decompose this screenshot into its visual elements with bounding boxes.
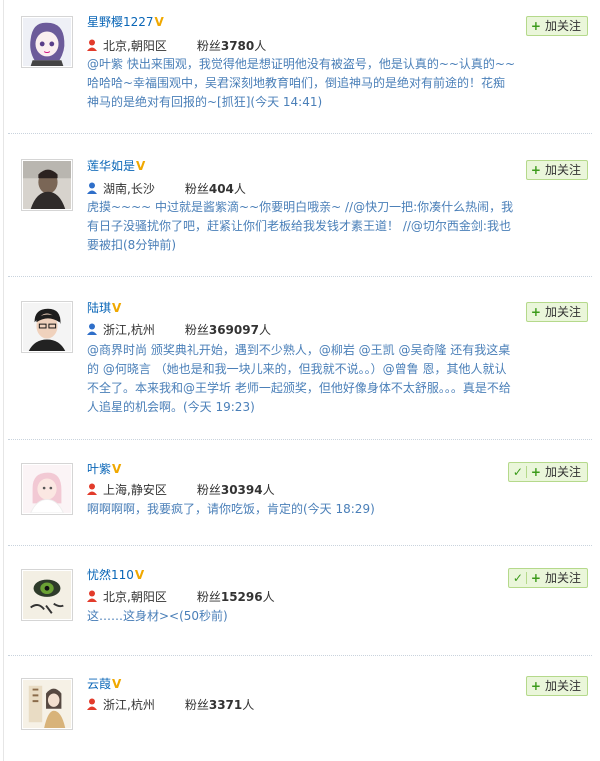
divider (8, 655, 592, 656)
avatar[interactable] (21, 463, 73, 515)
follow-button[interactable]: ✓ + 加关注 (507, 462, 588, 482)
fans-count: 粉丝30394人 (196, 483, 275, 497)
verified-v-icon: V (134, 568, 145, 582)
verified-v-icon: V (112, 301, 122, 315)
checkmark-icon: ✓ (512, 571, 523, 585)
user-name[interactable]: 星野樱1227 (87, 15, 154, 29)
user-location: 湖南,长沙 (103, 182, 155, 196)
avatar[interactable] (21, 301, 73, 353)
user-name[interactable]: 忧然110 (87, 568, 134, 582)
user-location: 北京,朝阳区 (103, 590, 167, 604)
avatar[interactable] (21, 159, 73, 211)
avatar-image (23, 571, 71, 619)
fans-count: 粉丝369097人 (184, 323, 271, 337)
verified-v-icon: V (154, 15, 164, 29)
avatar-image (23, 18, 71, 66)
plus-icon: + (530, 571, 541, 585)
avatar-image (23, 161, 71, 209)
user-location: 北京,朝阳区 (103, 39, 167, 53)
female-user-icon (87, 698, 97, 710)
user-description: 啊啊啊啊，我要疯了，请你吃饭，肯定的(今天 18:29) (87, 502, 375, 516)
plus-icon: + (530, 19, 541, 33)
user-name[interactable]: 云葭 (87, 677, 111, 691)
plus-icon: + (530, 679, 541, 693)
male-user-icon (87, 323, 97, 335)
fans-count: 粉丝3371人 (184, 698, 255, 712)
male-user-icon (87, 182, 97, 194)
fans-count: 粉丝15296人 (196, 590, 275, 604)
divider (8, 276, 592, 277)
avatar-image (23, 680, 71, 728)
plus-icon: + (530, 465, 541, 479)
user-location: 浙江,杭州 (103, 323, 155, 337)
left-border (3, 0, 4, 761)
avatar[interactable] (21, 678, 73, 730)
verified-v-icon: V (112, 677, 122, 691)
follow-button[interactable]: + 加关注 (525, 16, 588, 36)
follow-button[interactable]: ✓ + 加关注 (507, 568, 588, 588)
female-user-icon (87, 590, 97, 602)
checkmark-icon: ✓ (512, 465, 523, 479)
user-location: 上海,静安区 (103, 483, 167, 497)
verified-v-icon: V (112, 462, 122, 476)
user-name[interactable]: 叶紫 (87, 462, 111, 476)
divider (8, 439, 592, 440)
user-name[interactable]: 莲华如是 (87, 159, 135, 173)
follow-button[interactable]: + 加关注 (525, 676, 588, 696)
user-description: @商界时尚 颁奖典礼开始，遇到不少熟人，@柳岩 @王凯 @吴奇隆 还有我这桌的 … (87, 343, 511, 414)
avatar-image (23, 465, 71, 513)
avatar[interactable] (21, 16, 73, 68)
female-user-icon (87, 39, 97, 51)
fans-count: 粉丝404人 (184, 182, 246, 196)
user-description: 这……这身材><(50秒前) (87, 609, 228, 623)
divider (8, 133, 592, 134)
verified-v-icon: V (136, 159, 146, 173)
user-description: @叶紫 快出来围观，我觉得他是想证明他没有被盗号，他是认真的~~认真的~~哈哈哈… (87, 57, 516, 109)
fans-count: 粉丝3780人 (196, 39, 267, 53)
avatar[interactable] (21, 569, 73, 621)
divider (8, 545, 592, 546)
plus-icon: + (530, 305, 541, 319)
avatar-image (23, 303, 71, 351)
follow-button[interactable]: + 加关注 (525, 160, 588, 180)
user-location: 浙江,杭州 (103, 698, 155, 712)
female-user-icon (87, 483, 97, 495)
user-description: 虎摸~~~~ 中过就是酱紫滴~~你要明白哦亲~ //@快刀一把:你凑什么热闹，我… (87, 200, 514, 252)
user-name[interactable]: 陆琪 (87, 301, 111, 315)
follow-button[interactable]: + 加关注 (525, 302, 588, 322)
plus-icon: + (530, 163, 541, 177)
